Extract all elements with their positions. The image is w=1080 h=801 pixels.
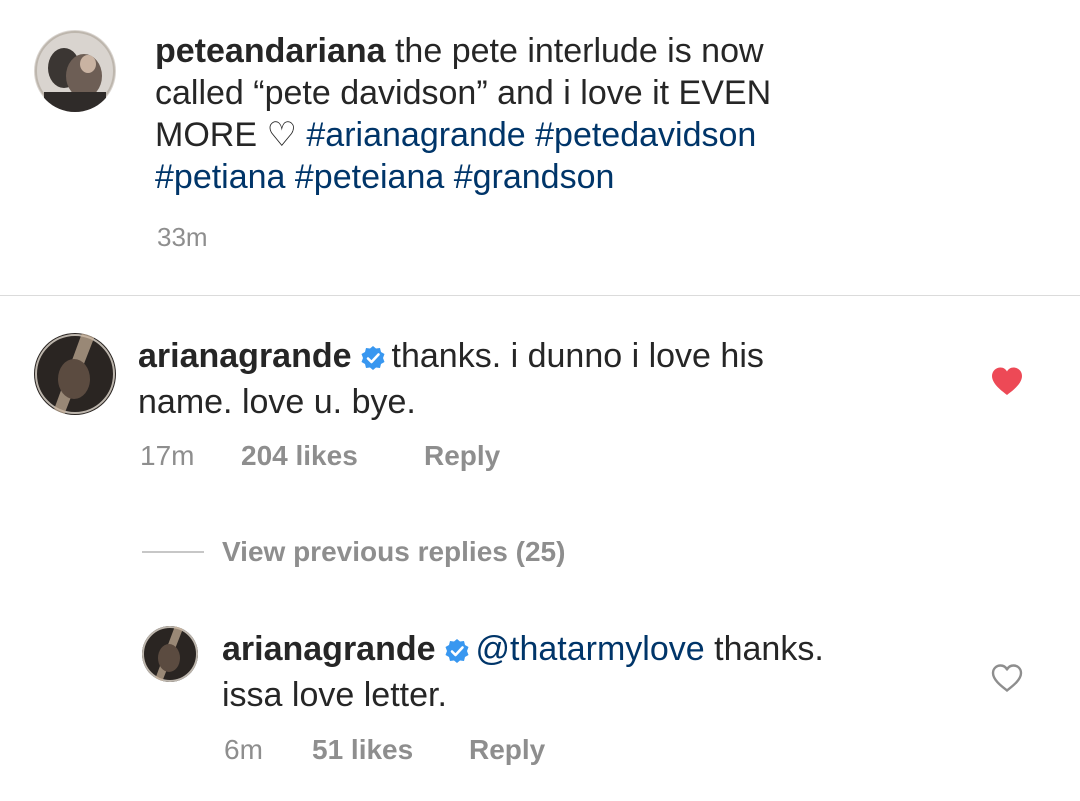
comment-timestamp: 17m: [140, 440, 195, 471]
reply: arianagrande @thatarmylove thanks. issa …: [222, 628, 962, 716]
caption-line3: MORE ♡: [155, 116, 297, 154]
reply-username[interactable]: arianagrande: [222, 630, 436, 668]
divider: [0, 295, 1080, 296]
reply-likes[interactable]: 51 likes: [312, 734, 413, 766]
caption-line1: the pete interlude is now: [394, 32, 764, 70]
comments-screen: peteandariana the pete interlude is now …: [0, 0, 1080, 801]
reply-thread-line: [142, 551, 204, 553]
caption-avatar[interactable]: [34, 30, 116, 112]
comment-line1: thanks. i dunno i love his: [391, 337, 764, 375]
comment-line2: name. love u. bye.: [138, 383, 416, 421]
caption-hashtags-line4[interactable]: #petiana #peteiana #grandson: [155, 156, 1035, 198]
caption-username[interactable]: peteandariana: [155, 32, 386, 70]
heart-outline-icon: [991, 664, 1023, 692]
reply-reply-button[interactable]: Reply: [469, 734, 545, 766]
verified-badge-icon: [360, 339, 386, 381]
comment-avatar[interactable]: [34, 333, 116, 415]
reply-line2: issa love letter.: [222, 676, 447, 714]
caption-text: peteandariana the pete interlude is now …: [155, 30, 1035, 198]
reply-avatar[interactable]: [142, 626, 198, 682]
reply-like-button[interactable]: [990, 663, 1024, 698]
comment-likes[interactable]: 204 likes: [241, 440, 358, 472]
avatar-image: [34, 333, 116, 415]
comment-username[interactable]: arianagrande: [138, 337, 352, 375]
avatar-image: [142, 626, 198, 682]
reply-line1: thanks.: [714, 630, 824, 668]
heart-filled-icon: [992, 367, 1022, 395]
verified-badge-icon: [444, 632, 470, 674]
reply-mention[interactable]: @thatarmylove: [476, 630, 705, 668]
avatar-image: [34, 30, 116, 112]
reply-timestamp: 6m: [224, 734, 263, 765]
view-previous-label: View previous replies (25): [222, 536, 566, 567]
view-previous-replies-button[interactable]: View previous replies (25): [142, 534, 565, 570]
caption-timestamp: 33m: [157, 222, 208, 252]
comment-reply-button[interactable]: Reply: [424, 440, 500, 472]
caption-line2: called “pete davidson” and i love it EVE…: [155, 74, 772, 112]
comment-like-button[interactable]: [990, 366, 1024, 401]
comment: arianagrande thanks. i dunno i love his …: [138, 335, 958, 423]
caption-hashtags[interactable]: #arianagrande #petedavidson: [306, 116, 756, 154]
